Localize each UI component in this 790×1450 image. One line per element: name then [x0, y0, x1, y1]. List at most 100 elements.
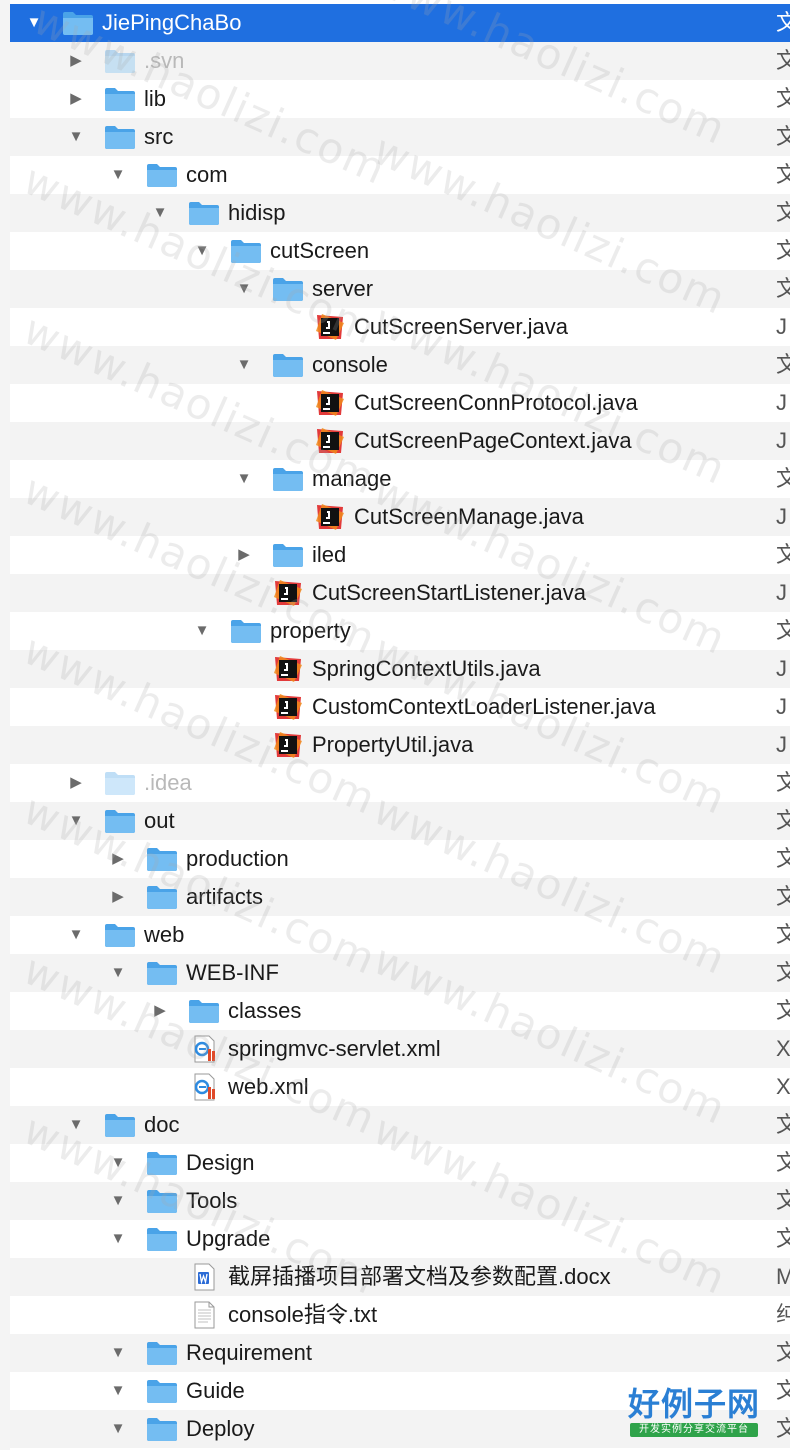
tree-row-folder[interactable]: ▼ Design 文 [10, 1144, 790, 1182]
folder-icon [104, 807, 136, 835]
tree-item-name: src [144, 124, 174, 149]
tree-item-name: springmvc-servlet.xml [228, 1036, 441, 1061]
tree-row-folder[interactable]: ▼ Tools 文 [10, 1182, 790, 1220]
tree-item-kind: J [776, 694, 787, 719]
tree-row-folder[interactable]: ▼ WEB-INF 文 [10, 954, 790, 992]
tree-item-kind: 文 [776, 200, 790, 225]
tree-row-file[interactable]: CutScreenConnProtocol.java J [10, 384, 790, 422]
tree-item-kind: X [776, 1036, 790, 1061]
tree-item-kind: 文 [776, 276, 790, 301]
tree-row-folder[interactable]: ▼ com 文 [10, 156, 790, 194]
tree-row-folder[interactable]: ▼ hidisp 文 [10, 194, 790, 232]
tree-row-folder[interactable]: ▼ JiePingChaBo 文 [10, 4, 790, 42]
folder-icon [146, 845, 178, 873]
tree-item-name: classes [228, 998, 302, 1023]
disclosure-expanded-icon[interactable]: ▼ [194, 243, 210, 259]
java-file-icon [272, 655, 304, 683]
tree-row-file[interactable]: CutScreenServer.java J [10, 308, 790, 346]
tree-row-file[interactable]: CutScreenManage.java J [10, 498, 790, 536]
tree-item-name: Guide [186, 1378, 245, 1403]
tree-row-file[interactable]: springmvc-servlet.xml X [10, 1030, 790, 1068]
tree-item-kind: 文 [776, 884, 790, 909]
tree-row-folder[interactable]: ▼ cutScreen 文 [10, 232, 790, 270]
java-file-icon [314, 389, 346, 417]
tree-item-name: manage [312, 466, 392, 491]
tree-row-folder[interactable]: ▶ .idea 文 [10, 764, 790, 802]
folder-icon [104, 47, 136, 75]
disclosure-collapsed-icon[interactable]: ▶ [68, 775, 84, 791]
tree-item-name: Deploy [186, 1416, 255, 1441]
tree-item-kind: 文 [776, 1112, 790, 1137]
disclosure-collapsed-icon[interactable]: ▶ [68, 91, 84, 107]
disclosure-expanded-icon[interactable]: ▼ [110, 1383, 126, 1399]
disclosure-expanded-icon[interactable]: ▼ [110, 167, 126, 183]
tree-item-kind: 文 [776, 124, 790, 149]
tree-item-name: JiePingChaBo [102, 10, 242, 35]
tree-row-folder[interactable]: ▶ lib 文 [10, 80, 790, 118]
tree-item-kind: 文 [776, 542, 790, 567]
tree-item-kind: J [776, 314, 787, 339]
disclosure-collapsed-icon[interactable]: ▶ [110, 851, 126, 867]
tree-row-file[interactable]: PropertyUtil.java J [10, 726, 790, 764]
folder-icon [104, 769, 136, 797]
tree-item-name: production [186, 846, 289, 871]
disclosure-expanded-icon[interactable]: ▼ [236, 357, 252, 373]
tree-item-kind: J [776, 390, 787, 415]
tree-item-name: Tools [186, 1188, 238, 1213]
logo-subtitle: 开发实例分享交流平台 [630, 1423, 758, 1437]
tree-row-folder[interactable]: ▼ web 文 [10, 916, 790, 954]
tree-row-folder[interactable]: ▶ classes 文 [10, 992, 790, 1030]
tree-row-file[interactable]: CutScreenStartListener.java J [10, 574, 790, 612]
tree-row-folder[interactable]: ▼ out 文 [10, 802, 790, 840]
disclosure-collapsed-icon[interactable]: ▶ [68, 53, 84, 69]
text-file-icon [188, 1301, 220, 1329]
tree-row-folder[interactable]: ▼ server 文 [10, 270, 790, 308]
disclosure-expanded-icon[interactable]: ▼ [110, 1345, 126, 1361]
disclosure-collapsed-icon[interactable]: ▶ [152, 1003, 168, 1019]
tree-row-file[interactable]: CutScreenPageContext.java J [10, 422, 790, 460]
disclosure-expanded-icon[interactable]: ▼ [68, 927, 84, 943]
folder-icon [146, 1415, 178, 1443]
tree-row-file[interactable]: SpringContextUtils.java J [10, 650, 790, 688]
tree-item-name: lib [144, 86, 167, 111]
disclosure-expanded-icon[interactable]: ▼ [236, 471, 252, 487]
disclosure-expanded-icon[interactable]: ▼ [110, 1231, 126, 1247]
folder-icon [188, 199, 220, 227]
disclosure-expanded-icon[interactable]: ▼ [26, 15, 42, 31]
tree-row-file[interactable]: web.xml X [10, 1068, 790, 1106]
disclosure-expanded-icon[interactable]: ▼ [68, 1117, 84, 1133]
disclosure-collapsed-icon[interactable]: ▶ [110, 889, 126, 905]
tree-item-kind: 文 [776, 922, 790, 947]
tree-item-kind: J [776, 732, 787, 757]
tree-row-folder[interactable]: ▼ manage 文 [10, 460, 790, 498]
tree-row-folder[interactable]: ▶ artifacts 文 [10, 878, 790, 916]
tree-row-folder[interactable]: ▼ doc 文 [10, 1106, 790, 1144]
tree-row-folder[interactable]: ▼ property 文 [10, 612, 790, 650]
disclosure-expanded-icon[interactable]: ▼ [152, 205, 168, 221]
tree-row-folder[interactable]: ▼ console 文 [10, 346, 790, 384]
disclosure-expanded-icon[interactable]: ▼ [110, 1155, 126, 1171]
tree-item-name: doc [144, 1112, 180, 1137]
tree-row-folder[interactable]: ▶ production 文 [10, 840, 790, 878]
disclosure-expanded-icon[interactable]: ▼ [68, 129, 84, 145]
tree-row-file[interactable]: console指令.txt 纯 [10, 1296, 790, 1334]
disclosure-expanded-icon[interactable]: ▼ [110, 965, 126, 981]
tree-row-folder[interactable]: ▶ iled 文 [10, 536, 790, 574]
tree-item-kind: 文 [776, 1378, 790, 1403]
disclosure-expanded-icon[interactable]: ▼ [194, 623, 210, 639]
tree-item-kind: 文 [776, 1226, 790, 1251]
disclosure-expanded-icon[interactable]: ▼ [110, 1421, 126, 1437]
disclosure-collapsed-icon[interactable]: ▶ [236, 547, 252, 563]
tree-row-folder[interactable]: ▼ src 文 [10, 118, 790, 156]
tree-row-folder[interactable]: ▼ Requirement 文 [10, 1334, 790, 1372]
tree-item-kind: J [776, 656, 787, 681]
tree-row-folder[interactable]: ▼ Upgrade 文 [10, 1220, 790, 1258]
disclosure-expanded-icon[interactable]: ▼ [68, 813, 84, 829]
tree-row-file[interactable]: 截屏插播项目部署文档及参数配置.docx M [10, 1258, 790, 1296]
disclosure-expanded-icon[interactable]: ▼ [236, 281, 252, 297]
folder-icon [146, 1339, 178, 1367]
tree-row-folder[interactable]: ▶ .svn 文 [10, 42, 790, 80]
tree-row-file[interactable]: CustomContextLoaderListener.java J [10, 688, 790, 726]
disclosure-expanded-icon[interactable]: ▼ [110, 1193, 126, 1209]
folder-icon [272, 351, 304, 379]
